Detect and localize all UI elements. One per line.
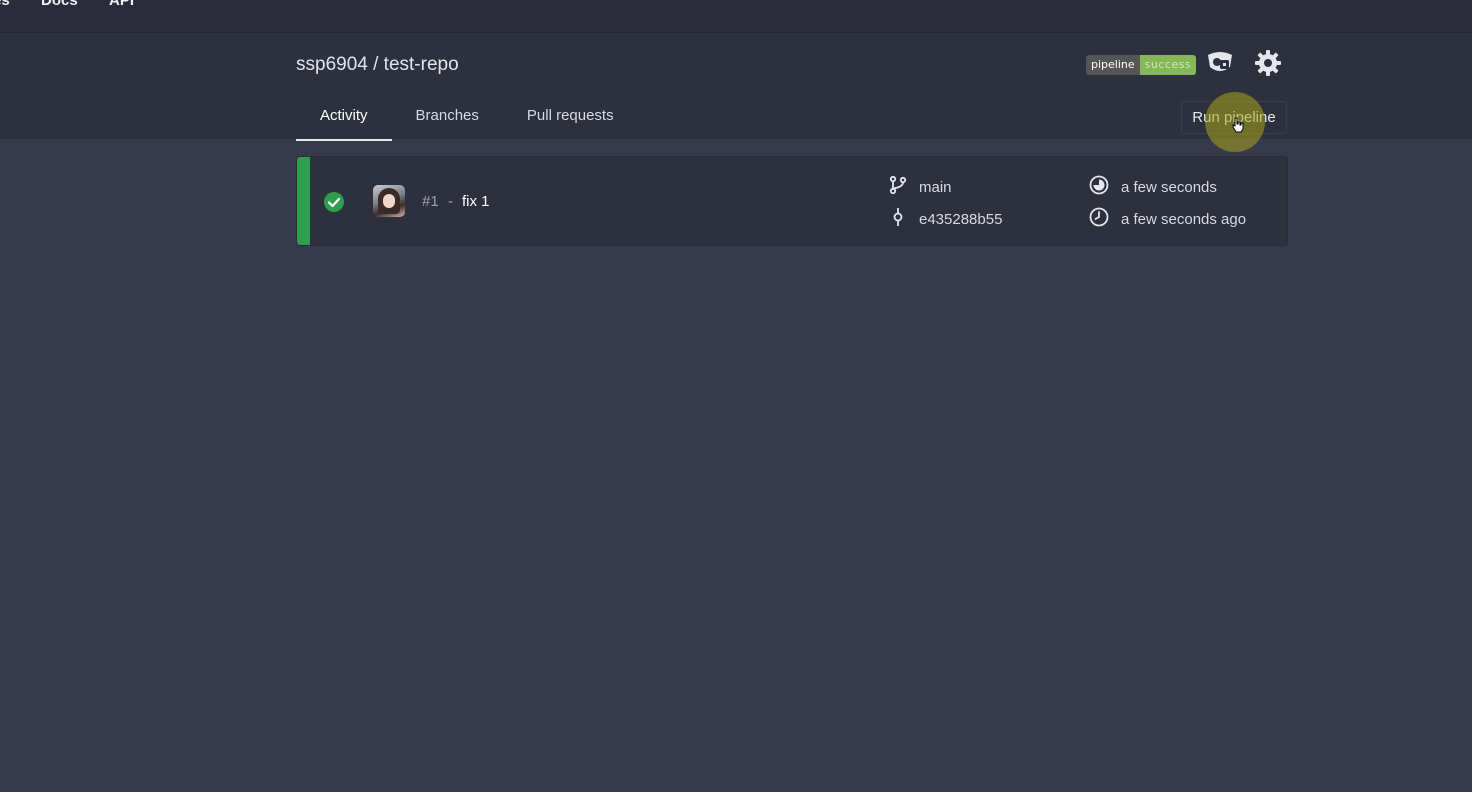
settings-button[interactable] [1252, 49, 1284, 81]
commit-hash[interactable]: e435288b55 [919, 211, 1002, 228]
tab-activity[interactable]: Activity [296, 95, 392, 141]
top-navigation-bar: es Docs API [0, 0, 1472, 33]
duration-text: a few seconds [1121, 178, 1217, 196]
badge-label: pipeline [1086, 55, 1140, 75]
status-stripe [297, 157, 310, 245]
pipeline-list-item[interactable]: #1 - fix 1 main e435288b55 a few seconds… [296, 156, 1288, 246]
pipeline-status-badge[interactable]: pipeline success [1086, 55, 1197, 75]
secret-key-icon [1204, 49, 1236, 82]
duration-info: a few seconds [1089, 175, 1217, 199]
hand-cursor-icon [1232, 117, 1244, 138]
nav-link-docs[interactable]: Docs [41, 0, 78, 9]
git-commit-icon [889, 207, 919, 231]
nav-link-api[interactable]: API [109, 0, 134, 9]
branch-name: main [919, 178, 952, 196]
git-branch-icon [889, 175, 919, 199]
avatar [373, 185, 405, 217]
gear-icon [1254, 49, 1282, 82]
badge-status: success [1139, 55, 1197, 75]
commit-message: fix 1 [462, 193, 490, 210]
created-text: a few seconds ago [1121, 210, 1247, 228]
secrets-button[interactable] [1204, 49, 1236, 81]
tab-pull-requests[interactable]: Pull requests [503, 95, 638, 139]
timer-icon [1089, 175, 1121, 199]
created-info: a few seconds ago [1089, 207, 1246, 231]
pipeline-separator: - [448, 193, 453, 210]
pipeline-number: #1 [422, 193, 439, 210]
tab-branches[interactable]: Branches [392, 95, 503, 139]
repo-tabs: Activity Branches Pull requests [296, 95, 638, 141]
repo-title[interactable]: ssp6904 / test-repo [296, 54, 459, 76]
repo-header: ssp6904 / test-repo pipeline success Act… [0, 33, 1472, 141]
commit-info: e435288b55 [889, 207, 1002, 231]
check-circle-icon [323, 191, 345, 218]
nav-link-repositories[interactable]: es [0, 0, 10, 9]
branch-info: main [889, 175, 952, 199]
clock-icon [1089, 207, 1121, 231]
